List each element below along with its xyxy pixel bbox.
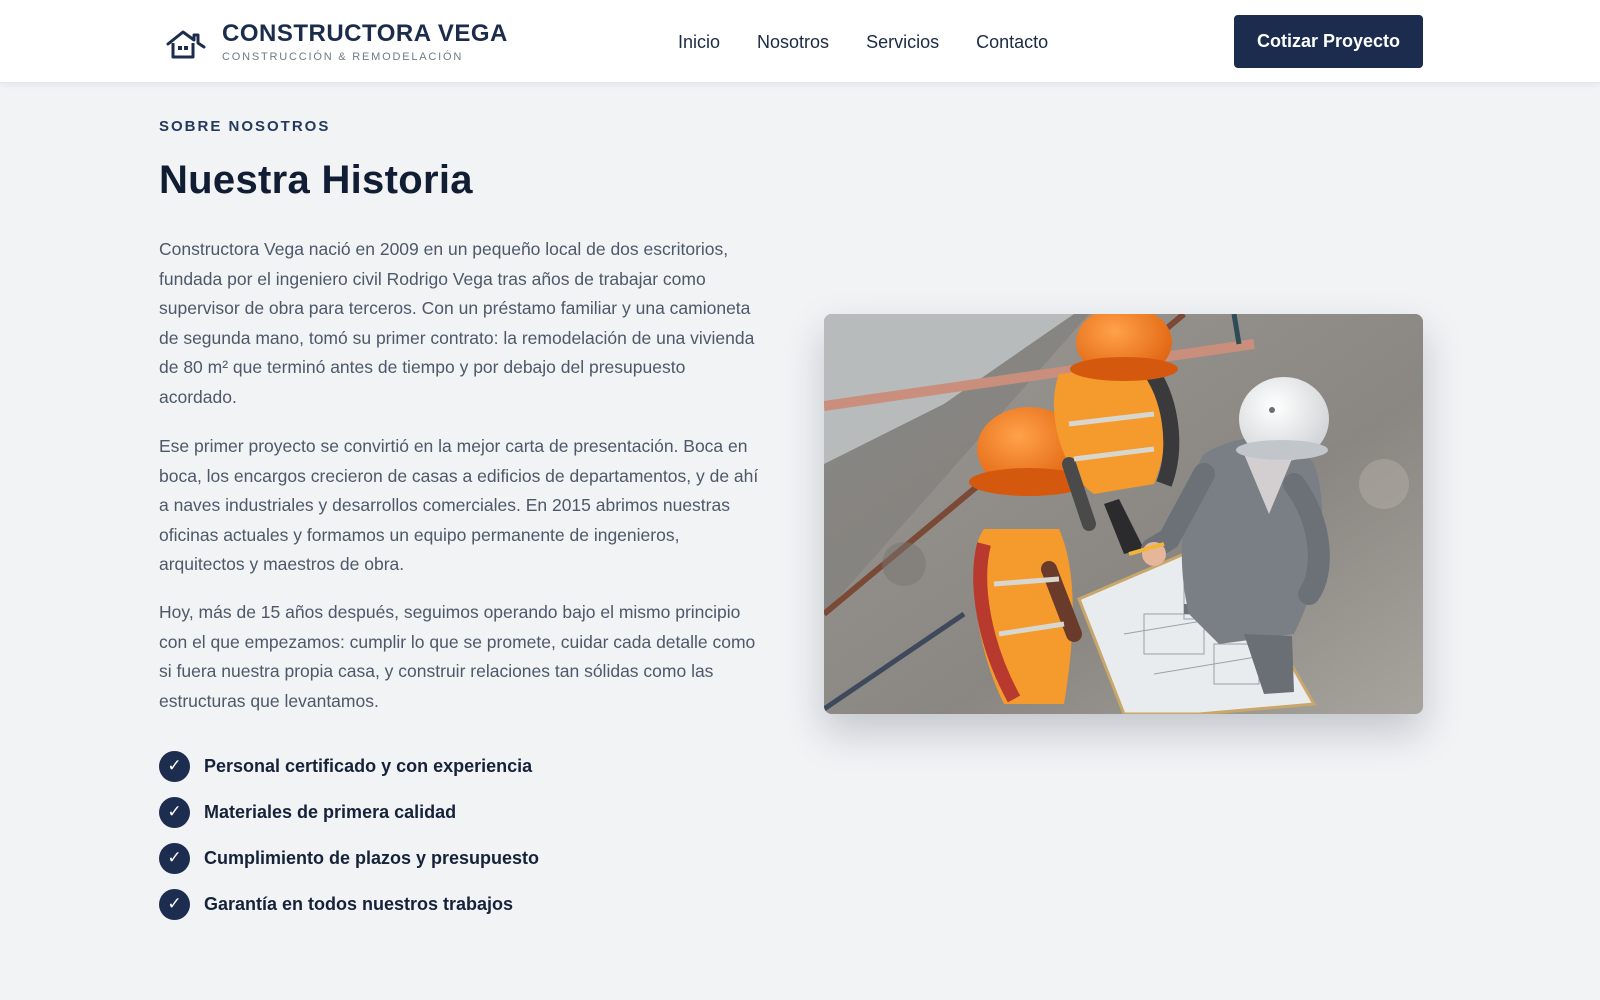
feature-list: ✓ Personal certificado y con experiencia… — [159, 743, 539, 927]
list-item: ✓ Materiales de primera calidad — [159, 789, 539, 835]
section-eyebrow: SOBRE NOSOTROS — [159, 118, 331, 135]
house-icon — [166, 30, 206, 59]
team-photo — [824, 314, 1423, 714]
brand-tagline: CONSTRUCCIÓN & REMODELACIÓN — [222, 51, 464, 63]
list-item: ✓ Cumplimiento de plazos y presupuesto — [159, 835, 539, 881]
logo[interactable]: CONSTRUCTORA VEGA CONSTRUCCIÓN & REMODEL… — [164, 20, 508, 64]
feature-label: Personal certificado y con experiencia — [204, 755, 533, 776]
nav-servicios[interactable]: Servicios — [866, 30, 939, 54]
history-paragraph-1: Constructora Vega nació en 2009 en un pe… — [159, 239, 755, 407]
quote-project-button[interactable]: Cotizar Proyecto — [1234, 15, 1423, 68]
check-circle-icon: ✓ — [159, 750, 190, 782]
history-paragraph-2: Ese primer proyecto se convirtió en la m… — [159, 436, 759, 575]
feature-label: Garantía en todos nuestros trabajos — [204, 893, 514, 914]
list-item: ✓ Garantía en todos nuestros trabajos — [159, 881, 539, 927]
feature-label: Cumplimiento de plazos y presupuesto — [204, 847, 540, 868]
nav-nosotros[interactable]: Nosotros — [757, 30, 829, 54]
brand-name: CONSTRUCTORA VEGA — [222, 20, 508, 47]
feature-label: Materiales de primera calidad — [204, 801, 457, 822]
nav-inicio[interactable]: Inicio — [678, 30, 720, 54]
site-header: CONSTRUCTORA VEGA CONSTRUCCIÓN & REMODEL… — [0, 0, 1600, 83]
check-circle-icon: ✓ — [159, 842, 190, 874]
section-title: Nuestra Historia — [159, 158, 473, 202]
construction-workers-illustration — [824, 314, 1423, 714]
list-item: ✓ Personal certificado y con experiencia — [159, 743, 539, 789]
main-nav: Inicio Nosotros Servicios Contacto — [678, 30, 1085, 54]
nav-contacto[interactable]: Contacto — [976, 30, 1048, 54]
history-paragraph-3: Hoy, más de 15 años después, seguimos op… — [159, 602, 756, 711]
check-circle-icon: ✓ — [159, 796, 190, 828]
check-circle-icon: ✓ — [159, 888, 190, 920]
